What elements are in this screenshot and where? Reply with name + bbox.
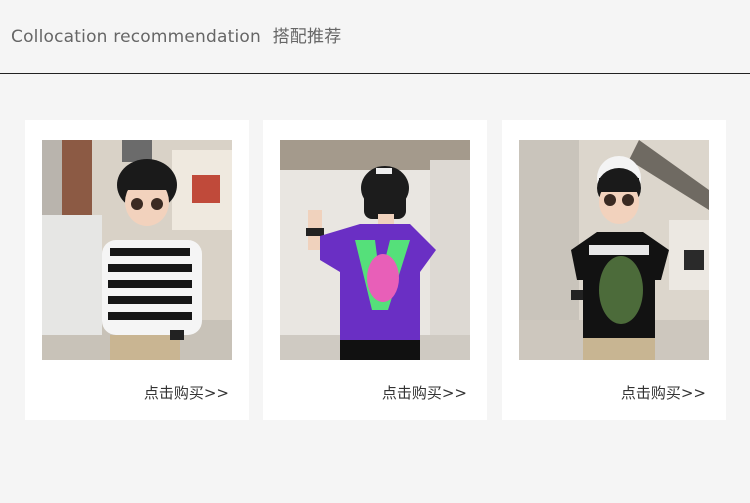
product-image[interactable] [42, 140, 232, 360]
buy-link[interactable]: 点击购买>> [144, 382, 229, 403]
product-card: 点击购买>> [263, 120, 487, 420]
product-image[interactable] [280, 140, 470, 360]
buy-link[interactable]: 点击购买>> [621, 382, 706, 403]
product-card: 点击购买>> [25, 120, 249, 420]
product-card: 点击购买>> [502, 120, 726, 420]
product-image[interactable] [519, 140, 709, 360]
product-cards: 点击购买>> 点击购买>> 点击购买>> [0, 0, 750, 503]
buy-link[interactable]: 点击购买>> [382, 382, 467, 403]
